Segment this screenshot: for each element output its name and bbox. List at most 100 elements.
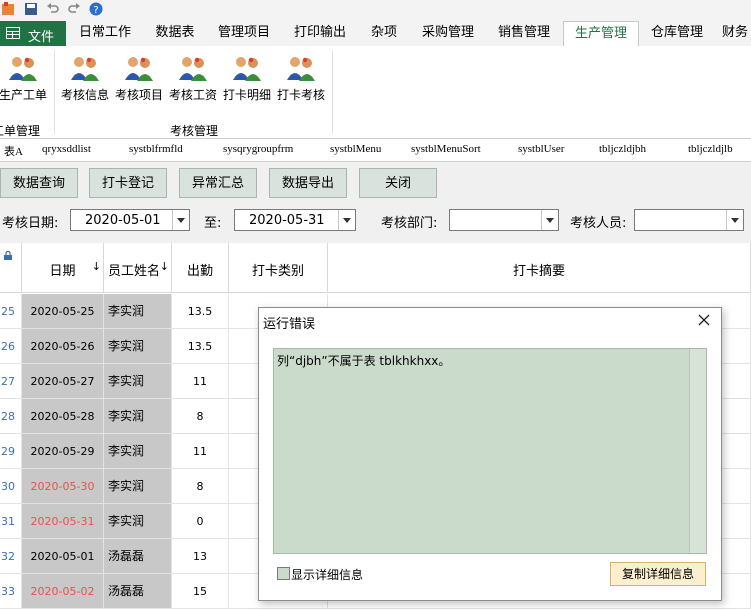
cell-name[interactable]: 李实润 [104, 434, 172, 469]
tab-misc[interactable]: 杂项 [364, 21, 404, 45]
cell-attendance[interactable]: 13 [172, 539, 229, 574]
cell-name[interactable]: 汤磊磊 [104, 574, 172, 609]
clockin-assess-label: 打卡考核 [276, 88, 325, 102]
row-number[interactable]: 27 [0, 364, 22, 399]
row-number[interactable]: 32 [0, 539, 22, 574]
cell-attendance[interactable]: 11 [172, 364, 229, 399]
chevron-down-icon[interactable] [541, 210, 558, 230]
clockin-detail-button[interactable]: 打卡明细 [220, 54, 274, 110]
cell-date[interactable]: 2020-05-02 [22, 574, 104, 609]
person-combo[interactable] [634, 209, 744, 231]
row-number[interactable]: 33 [0, 574, 22, 609]
cell-name[interactable]: 李实润 [104, 364, 172, 399]
doc-tab-tbljczldjbh[interactable]: tbljczldjbh [599, 143, 646, 155]
cell-date[interactable]: 2020-05-30 [22, 469, 104, 504]
lock-icon [4, 251, 12, 260]
header-name[interactable]: 员工姓名 ↓ [104, 243, 172, 293]
header-attendance[interactable]: 出勤 [172, 243, 229, 293]
cell-name[interactable]: 李实润 [104, 469, 172, 504]
cell-name[interactable]: 李实润 [104, 329, 172, 364]
cell-name[interactable]: 李实润 [104, 399, 172, 434]
show-details-checkbox[interactable] [277, 567, 290, 580]
tab-data-tables[interactable]: 数据表 [147, 21, 203, 45]
doc-tab-systblmenu[interactable]: systblMenu [330, 143, 381, 155]
cell-date[interactable]: 2020-05-01 [22, 539, 104, 574]
help-icon[interactable]: ? [89, 2, 103, 16]
doc-tab-a[interactable]: 表A [4, 143, 23, 159]
cell-name[interactable]: 李实润 [104, 294, 172, 329]
clockin-register-button[interactable]: 打卡登记 [89, 168, 167, 198]
assess-info-button[interactable]: 考核信息 [58, 54, 112, 110]
header-clockin-summary[interactable]: 打卡摘要 [328, 243, 751, 293]
assess-wages-button[interactable]: 考核工资 [166, 54, 220, 110]
copy-details-button[interactable]: 复制详细信息 [610, 562, 706, 586]
cell-attendance[interactable]: 15 [172, 574, 229, 609]
date-from-combo[interactable]: 2020-05-01 [70, 209, 190, 231]
cell-date[interactable]: 2020-05-28 [22, 399, 104, 434]
tab-manage-items[interactable]: 管理项目 [212, 21, 276, 45]
doc-tab-systblfrmfld[interactable]: systblfrmfld [129, 143, 183, 155]
cell-date[interactable]: 2020-05-25 [22, 294, 104, 329]
chevron-down-icon[interactable] [726, 210, 743, 230]
clockin-assess-button[interactable]: 打卡考核 [274, 54, 328, 110]
cell-attendance[interactable]: 0 [172, 504, 229, 539]
chevron-down-icon[interactable] [338, 210, 355, 230]
tab-purchasing[interactable]: 采购管理 [416, 21, 480, 45]
undo-icon[interactable] [46, 2, 60, 16]
close-button[interactable]: 关闭 [359, 168, 437, 198]
dept-combo[interactable] [449, 209, 559, 231]
assess-items-button[interactable]: 考核项目 [112, 54, 166, 110]
doc-tab-sysqrygroupfrm[interactable]: sysqrygroupfrm [223, 143, 293, 155]
doc-tab-tbljczldjlb[interactable]: tbljczldjlb [688, 143, 733, 155]
cell-attendance[interactable]: 8 [172, 399, 229, 434]
save-icon[interactable] [24, 2, 38, 16]
doc-tab-systbluser[interactable]: systblUser [518, 143, 564, 155]
tab-daily-work[interactable]: 日常工作 [74, 21, 136, 45]
scrollbar[interactable] [689, 349, 706, 553]
row-number[interactable]: 28 [0, 399, 22, 434]
tab-file[interactable]: 文件 [0, 21, 66, 46]
cell-name[interactable]: 汤磊磊 [104, 539, 172, 574]
cell-date[interactable]: 2020-05-31 [22, 504, 104, 539]
header-date[interactable]: 日期 ↓ [22, 243, 104, 293]
ribbon-tab-bar: 文件 日常工作 数据表 管理项目 打印输出 杂项 采购管理 销售管理 生产管理 … [0, 20, 751, 47]
doc-tab-systblmenusort[interactable]: systblMenuSort [411, 143, 481, 155]
row-number[interactable]: 25 [0, 294, 22, 329]
tab-production[interactable]: 生产管理 [563, 21, 639, 47]
chevron-down-icon[interactable] [172, 210, 189, 230]
cell-attendance[interactable]: 13.5 [172, 294, 229, 329]
row-number[interactable]: 30 [0, 469, 22, 504]
doc-tab-qryxsddlist[interactable]: qryxsddlist [42, 143, 91, 155]
group-separator [54, 50, 55, 134]
show-details-label[interactable]: 显示详细信息 [291, 566, 363, 583]
cell-attendance[interactable]: 8 [172, 469, 229, 504]
anomaly-summary-button[interactable]: 异常汇总 [179, 168, 257, 198]
file-grid-icon [6, 27, 20, 39]
close-icon[interactable] [695, 311, 713, 329]
production-order-button[interactable]: 生产工单 [0, 54, 50, 110]
cell-name[interactable]: 李实润 [104, 504, 172, 539]
tab-warehouse[interactable]: 仓库管理 [645, 21, 709, 45]
row-number[interactable]: 29 [0, 434, 22, 469]
tab-finance[interactable]: 财务 [722, 21, 751, 45]
export-data-button[interactable]: 数据导出 [269, 168, 347, 198]
error-message-box[interactable]: 列“djbh”不属于表 tblkhkhxx。 [273, 348, 707, 554]
cell-date[interactable]: 2020-05-27 [22, 364, 104, 399]
redo-icon[interactable] [67, 2, 81, 16]
cell-date[interactable]: 2020-05-29 [22, 434, 104, 469]
row-number[interactable]: 26 [0, 329, 22, 364]
header-attendance-label: 出勤 [186, 264, 213, 279]
sort-down-icon: ↓ [159, 260, 169, 273]
header-clockin-type[interactable]: 打卡类别 [229, 243, 328, 293]
cell-date[interactable]: 2020-05-26 [22, 329, 104, 364]
date-label: 考核日期: [2, 216, 59, 231]
row-number[interactable]: 31 [0, 504, 22, 539]
date-to-value: 2020-05-31 [249, 213, 325, 228]
cell-attendance[interactable]: 11 [172, 434, 229, 469]
cell-attendance[interactable]: 13.5 [172, 329, 229, 364]
grid-corner[interactable] [0, 243, 22, 293]
date-to-combo[interactable]: 2020-05-31 [234, 209, 356, 231]
tab-print-output[interactable]: 打印输出 [288, 21, 352, 45]
query-data-button[interactable]: 数据查询 [0, 168, 78, 198]
tab-sales[interactable]: 销售管理 [492, 21, 556, 45]
